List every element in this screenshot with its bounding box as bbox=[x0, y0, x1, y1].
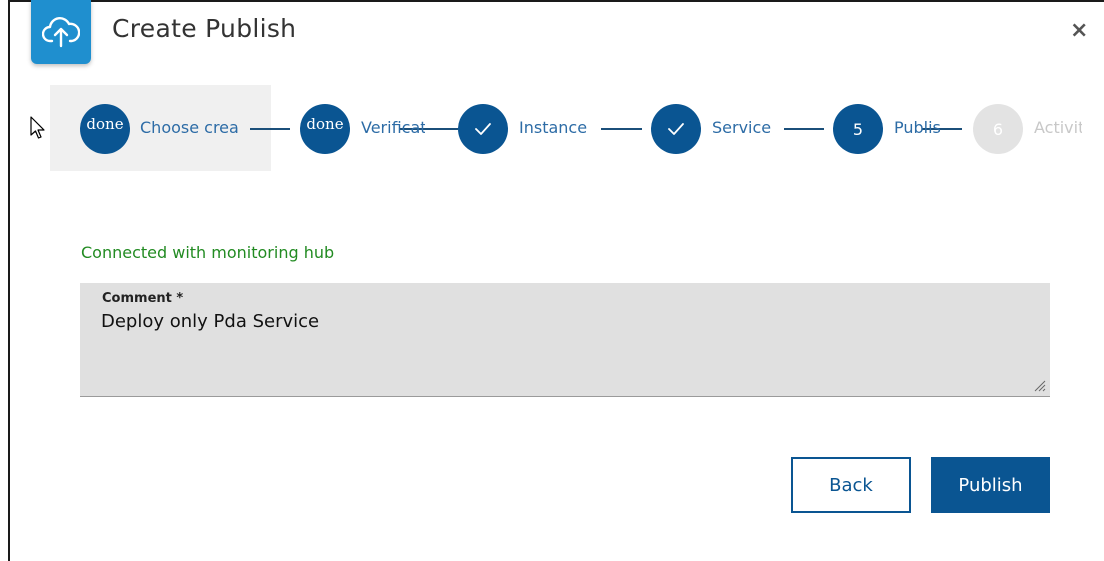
comment-label: Comment * bbox=[102, 291, 184, 306]
cloud-upload-icon bbox=[31, 0, 91, 64]
stepper: done Choose crea done Verificat Instance… bbox=[0, 85, 1104, 171]
step-2-label[interactable]: Verificat bbox=[361, 118, 425, 137]
step-connector bbox=[601, 128, 642, 130]
step-4-label[interactable]: Service bbox=[712, 118, 776, 137]
step-1-label[interactable]: Choose crea bbox=[140, 118, 242, 137]
dialog-title: Create Publish bbox=[112, 14, 297, 43]
step-6-marker[interactable]: 6 bbox=[973, 104, 1023, 154]
publish-button[interactable]: Publish bbox=[931, 457, 1050, 513]
step-2-marker[interactable]: done bbox=[300, 104, 350, 154]
step-3-label[interactable]: Instance bbox=[519, 118, 589, 137]
close-icon[interactable]: × bbox=[1070, 20, 1088, 42]
step-5-marker[interactable]: 5 bbox=[833, 104, 883, 154]
comment-value[interactable]: Deploy only Pda Service bbox=[101, 311, 319, 332]
resize-grip-icon[interactable] bbox=[1032, 378, 1046, 392]
step-3-marker[interactable] bbox=[458, 104, 508, 154]
back-button[interactable]: Back bbox=[791, 457, 911, 513]
step-1-marker[interactable]: done bbox=[80, 104, 130, 154]
connection-status: Connected with monitoring hub bbox=[81, 243, 335, 262]
step-connector bbox=[250, 128, 290, 130]
step-4-marker[interactable] bbox=[651, 104, 701, 154]
check-icon bbox=[475, 123, 491, 135]
step-6-label[interactable]: Activit bbox=[1034, 118, 1082, 137]
step-connector bbox=[784, 128, 824, 130]
check-icon bbox=[668, 123, 684, 135]
comment-textarea[interactable]: Comment * Deploy only Pda Service bbox=[80, 283, 1050, 397]
step-5-label[interactable]: Publis bbox=[894, 118, 944, 137]
